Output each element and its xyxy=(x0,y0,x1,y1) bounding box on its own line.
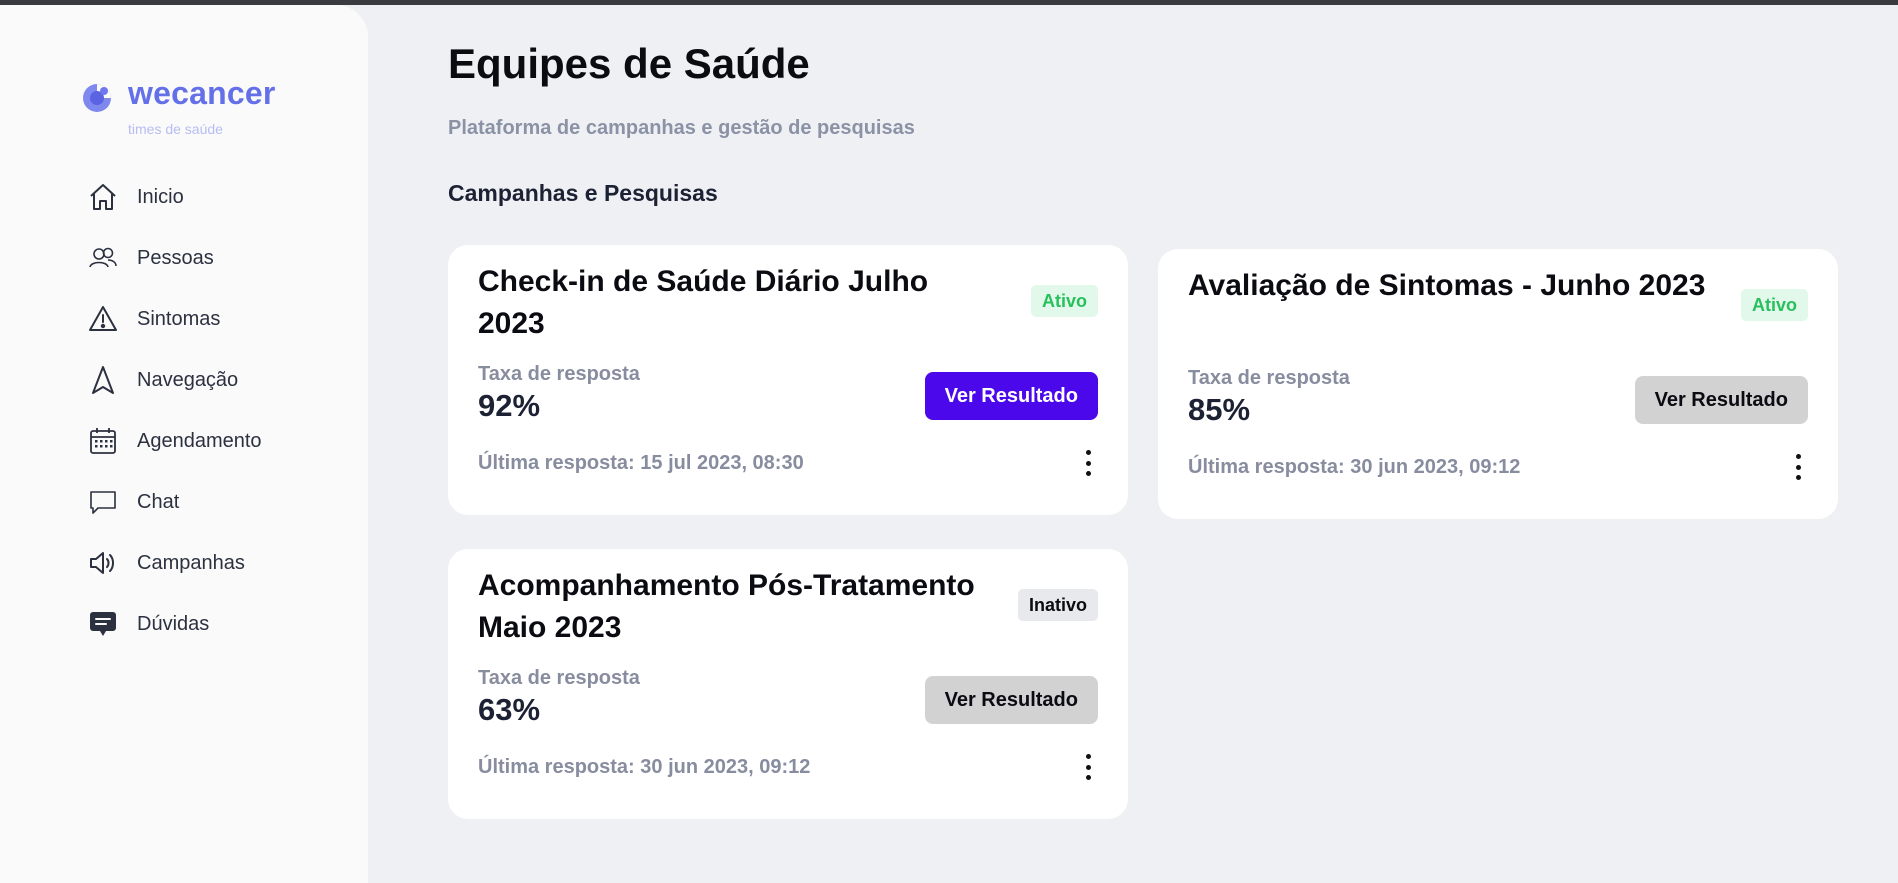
sidebar-item-campanhas[interactable]: Campanhas xyxy=(88,543,308,583)
campaign-card: Check-in de Saúde Diário Julho 2023 Ativ… xyxy=(448,245,1128,515)
sidebar-item-navegacao[interactable]: Navegação xyxy=(88,360,308,400)
logo-icon xyxy=(83,84,111,112)
campaign-card: Avaliação de Sintomas - Junho 2023 Ativo… xyxy=(1158,249,1838,519)
sidebar-item-duvidas[interactable]: Dúvidas xyxy=(88,604,308,644)
more-options-icon[interactable] xyxy=(1082,448,1094,478)
campaign-title: Avaliação de Sintomas - Junho 2023 xyxy=(1188,269,1706,302)
view-result-button[interactable]: Ver Resultado xyxy=(924,676,1098,724)
sidebar-item-label: Chat xyxy=(137,490,180,513)
status-badge: Ativo xyxy=(1741,289,1808,321)
sidebar: wecancer times de saúde Inicio Pessoas S… xyxy=(0,5,368,883)
last-response: Última resposta: 30 jun 2023, 09:12 xyxy=(1188,456,1521,478)
campaign-title: Check-in de Saúde Diário Julho 2023 xyxy=(478,265,929,340)
message-icon xyxy=(88,609,118,639)
sidebar-item-inicio[interactable]: Inicio xyxy=(88,177,308,217)
more-options-icon[interactable] xyxy=(1792,452,1804,482)
chat-icon xyxy=(88,487,118,517)
sidebar-item-label: Campanhas xyxy=(137,551,245,574)
warning-icon xyxy=(88,304,118,334)
sidebar-item-agendamento[interactable]: Agendamento xyxy=(88,421,308,461)
sidebar-item-sintomas[interactable]: Sintomas xyxy=(88,299,308,339)
view-result-button[interactable]: Ver Resultado xyxy=(1634,376,1808,424)
response-rate-label: Taxa de resposta xyxy=(478,667,640,689)
response-rate-value: 63% xyxy=(478,692,541,727)
status-badge: Ativo xyxy=(1031,285,1098,317)
sidebar-item-label: Dúvidas xyxy=(137,612,210,635)
brand-tagline: times de saúde xyxy=(128,121,223,137)
page-subtitle: Plataforma de campanhas e gestão de pesq… xyxy=(448,117,915,139)
navigation-icon xyxy=(88,365,118,395)
sidebar-item-pessoas[interactable]: Pessoas xyxy=(88,238,308,278)
megaphone-icon xyxy=(88,548,118,578)
people-icon xyxy=(88,243,118,273)
view-result-button[interactable]: Ver Resultado xyxy=(924,372,1098,420)
status-badge: Inativo xyxy=(1017,589,1098,621)
response-rate-label: Taxa de resposta xyxy=(478,363,640,385)
sidebar-item-label: Sintomas xyxy=(137,307,221,330)
home-icon xyxy=(88,182,118,212)
last-response: Última resposta: 30 jun 2023, 09:12 xyxy=(478,756,811,778)
calendar-icon xyxy=(88,426,118,456)
campaign-title: Acompanhamento Pós-Tratamento Maio 2023 xyxy=(478,569,975,644)
response-rate-value: 85% xyxy=(1188,392,1251,427)
section-title: Campanhas e Pesquisas xyxy=(448,180,718,206)
sidebar-item-label: Inicio xyxy=(137,185,184,208)
sidebar-item-label: Pessoas xyxy=(137,246,214,269)
response-rate-label: Taxa de resposta xyxy=(1188,367,1350,389)
more-options-icon[interactable] xyxy=(1082,752,1094,782)
sidebar-item-label: Navegação xyxy=(137,368,239,391)
brand-name: wecancer xyxy=(128,75,276,111)
sidebar-item-chat[interactable]: Chat xyxy=(88,482,308,522)
response-rate-value: 92% xyxy=(478,388,541,423)
campaign-card: Acompanhamento Pós-Tratamento Maio 2023 … xyxy=(448,549,1128,819)
last-response: Última resposta: 15 jul 2023, 08:30 xyxy=(478,452,804,474)
page-title: Equipes de Saúde xyxy=(448,40,810,87)
sidebar-item-label: Agendamento xyxy=(137,429,262,452)
